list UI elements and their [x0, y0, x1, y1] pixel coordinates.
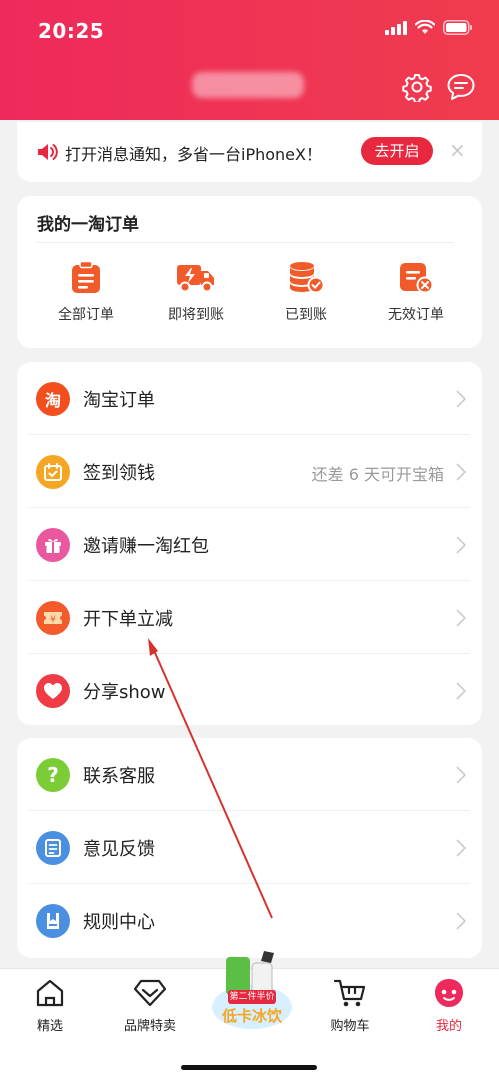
- battery-icon: [443, 20, 472, 35]
- chevron-right-icon: [456, 390, 466, 408]
- tab-label: 我的: [435, 1019, 462, 1034]
- tab-brand-sale[interactable]: 品牌特卖: [110, 977, 190, 1034]
- divider: [37, 242, 454, 243]
- feedback-icon: [36, 831, 70, 865]
- tab-label: 品牌特卖: [123, 1019, 176, 1034]
- notice-text: 打开消息通知，多省一台iPhoneX！: [65, 145, 322, 164]
- header: 20:25: [0, 0, 499, 120]
- cart-icon: [333, 979, 366, 1007]
- order-pending[interactable]: 即将到账: [141, 260, 251, 324]
- order-label: 无效订单: [388, 307, 444, 323]
- svg-text:¥: ¥: [50, 615, 56, 625]
- status-time: 20:25: [38, 19, 105, 43]
- close-icon[interactable]: ×: [449, 138, 466, 162]
- menu-label: 签到领钱: [83, 463, 155, 484]
- menu-label: 淘宝订单: [83, 390, 155, 411]
- chevron-right-icon: [456, 682, 466, 700]
- orders-card: 我的一淘订单 全部订单 即将到账 已到账 无效订单: [17, 196, 482, 348]
- home-icon: [36, 979, 64, 1007]
- tab-label: 精选: [36, 1019, 63, 1034]
- status-icons: [385, 20, 473, 35]
- menu-item-feedback[interactable]: 意见反馈: [17, 811, 482, 884]
- order-received[interactable]: 已到账: [251, 260, 361, 324]
- cellular-signal-icon: [385, 20, 407, 35]
- tab-label: 购物车: [330, 1019, 370, 1034]
- menu-item-taobao-orders[interactable]: 淘 淘宝订单: [17, 362, 482, 435]
- wifi-icon: [415, 20, 435, 34]
- home-indicator: [181, 1065, 317, 1070]
- heart-icon: [36, 674, 70, 708]
- invalid-order-icon: [400, 263, 434, 294]
- order-label: 即将到账: [168, 307, 224, 323]
- question-icon: ?: [36, 758, 70, 792]
- menu-item-customer-service[interactable]: ? 联系客服: [17, 738, 482, 811]
- speaker-icon: [38, 144, 58, 160]
- menu-item-discount[interactable]: ¥ 开下单立减: [17, 581, 482, 654]
- orders-title: 我的一淘订单: [37, 215, 139, 235]
- clipboard-icon: [72, 260, 100, 293]
- checkin-hint: 还差 6 天可开宝箱: [311, 465, 444, 484]
- order-label: 全部订单: [58, 307, 114, 323]
- profile-face-icon: [435, 979, 463, 1007]
- order-all[interactable]: 全部订单: [31, 260, 141, 324]
- chevron-right-icon: [456, 609, 466, 627]
- settings-gear-icon[interactable]: [402, 72, 432, 102]
- rules-icon: [36, 904, 70, 938]
- menu-card-support: ? 联系客服 意见反馈 规则中心: [17, 738, 482, 958]
- diamond-icon: [133, 979, 167, 1007]
- menu-item-invite[interactable]: 邀请赚一淘红包: [17, 508, 482, 581]
- message-icon[interactable]: [446, 72, 476, 102]
- gift-icon: [36, 528, 70, 562]
- menu-label: 规则中心: [83, 912, 155, 933]
- menu-label: 分享show: [83, 682, 166, 703]
- username-blurred: [192, 72, 304, 98]
- menu-label: 开下单立减: [83, 609, 173, 630]
- chevron-right-icon: [456, 839, 466, 857]
- order-invalid[interactable]: 无效订单: [361, 260, 471, 324]
- taobao-icon: 淘: [36, 382, 70, 416]
- chevron-right-icon: [456, 912, 466, 930]
- checkin-icon: [36, 455, 70, 489]
- notification-banner: 打开消息通知，多省一台iPhoneX！ 去开启 ×: [17, 122, 482, 182]
- coupon-icon: ¥: [36, 601, 70, 635]
- menu-item-checkin[interactable]: 签到领钱 还差 6 天可开宝箱: [17, 435, 482, 508]
- tab-cart[interactable]: 购物车: [310, 977, 390, 1034]
- chevron-right-icon: [456, 536, 466, 554]
- menu-label: 意见反馈: [83, 839, 155, 860]
- menu-card-main: 淘 淘宝订单 签到领钱 还差 6 天可开宝箱 邀请赚一淘红包 ¥ 开下单立减 分…: [17, 362, 482, 725]
- menu-label: 联系客服: [83, 766, 155, 787]
- chevron-right-icon: [456, 463, 466, 481]
- tab-home[interactable]: 精选: [10, 977, 90, 1034]
- chevron-right-icon: [456, 766, 466, 784]
- coins-check-icon: [290, 262, 325, 294]
- promo-badge: 第二件半价: [228, 990, 276, 1004]
- menu-item-share-show[interactable]: 分享show: [17, 654, 482, 727]
- order-label: 已到账: [285, 307, 327, 323]
- enable-notifications-button[interactable]: 去开启: [361, 137, 433, 165]
- truck-icon: [177, 265, 214, 293]
- tab-mine[interactable]: 我的: [409, 977, 489, 1034]
- promo-text: 低卡冰饮: [221, 1007, 282, 1025]
- promo-banner[interactable]: 第二件半价 低卡冰饮: [206, 947, 298, 1035]
- menu-label: 邀请赚一淘红包: [83, 536, 209, 557]
